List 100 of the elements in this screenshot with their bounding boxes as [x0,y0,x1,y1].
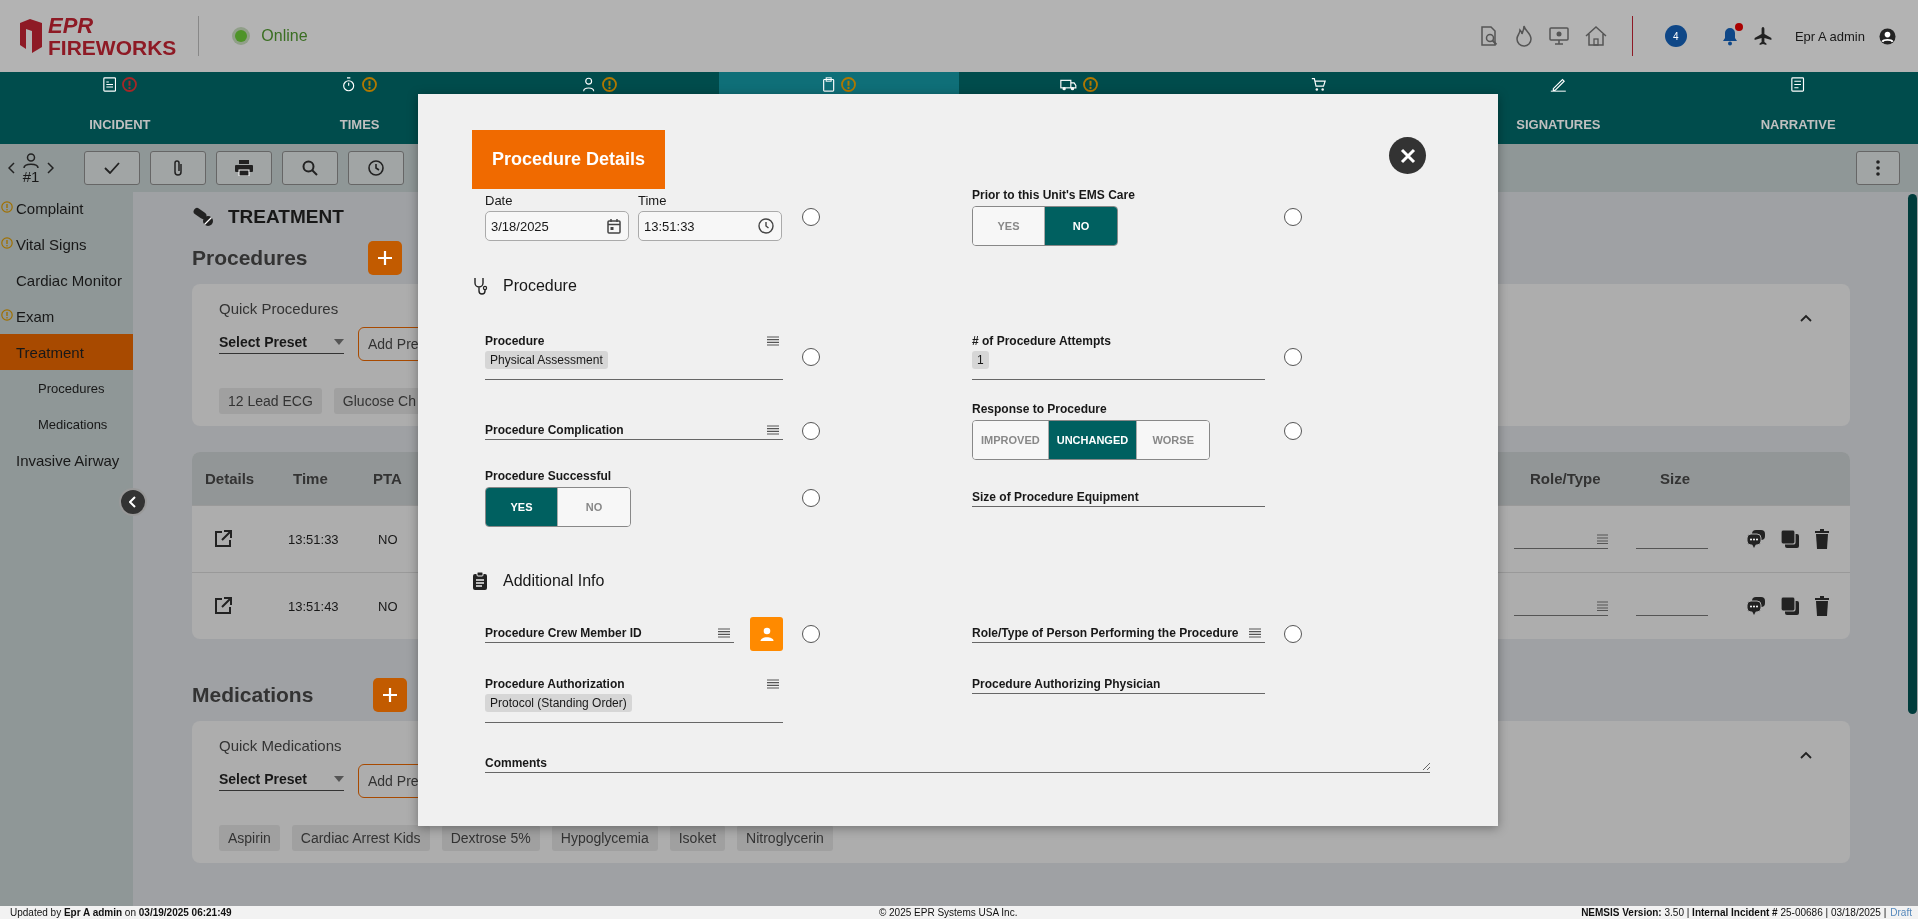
bell-icon[interactable] [1720,26,1739,46]
toggle-option[interactable]: YES [973,207,1045,245]
toggle-option[interactable]: WORSE [1137,421,1210,459]
resize-handle-icon[interactable] [1422,762,1430,770]
connection-status: Online [261,27,308,45]
comments-icon[interactable] [1746,529,1766,549]
toggle-option[interactable]: NO [558,488,630,526]
table-cell-text: 13:51:43 [288,598,340,614]
comments-icon[interactable] [1746,596,1766,616]
date-field[interactable]: 3/18/2025 [485,211,629,241]
chevron-icon[interactable] [1800,314,1812,322]
page-title: TREATMENT [228,206,344,228]
field-label: Size of Procedure Equipment [972,489,1139,504]
sidebar-subitem[interactable]: Medications [0,406,133,442]
radio-button[interactable] [802,625,820,643]
collapse-sidebar-button[interactable] [119,488,147,516]
sidebar-item[interactable]: Invasive Airway [0,442,133,478]
table-cell-text: NO [378,531,399,547]
chevron-left-icon[interactable] [8,162,16,174]
section-tab[interactable]: NARRATIVE [1678,72,1918,144]
open-details-icon[interactable] [213,529,233,549]
preset-chip[interactable]: 12 Lead ECG [219,388,322,414]
home-icon[interactable] [1583,25,1608,47]
select-field[interactable]: Procedure Authorizing Physician [972,677,1265,694]
copyright-text: © 2025 EPR Systems USA Inc. [877,907,1019,918]
select-field[interactable]: Procedure Complication [485,422,783,440]
close-button[interactable] [1389,137,1426,174]
field-label: Procedure Authorizing Physician [972,677,1161,691]
plus-icon [383,688,398,702]
toggle-option[interactable]: NO [1045,207,1117,245]
preset-dropdown[interactable]: Select Preset [219,771,344,791]
trash-icon[interactable] [1814,596,1830,616]
time-field[interactable]: 13:51:33 [638,211,782,241]
select-field[interactable]: Role/Type of Person Performing the Procedure [972,625,1265,643]
preset-chip[interactable]: Isoket [669,825,726,851]
clock-icon [368,160,384,176]
search-button[interactable] [282,151,338,185]
add-button[interactable] [373,678,408,712]
radio-button[interactable] [802,208,820,226]
chevron-icon[interactable] [1800,751,1812,759]
sidebar-item[interactable]: Cardiac Monitor [0,262,133,298]
monitor-icon[interactable] [1547,25,1570,47]
radio-button[interactable] [1284,348,1302,366]
draft-link[interactable]: Draft [1890,907,1912,918]
sidebar-item[interactable]: Exam [0,298,133,334]
preset-chip[interactable]: Hypoglycemia [551,825,658,851]
trash-icon[interactable] [1814,529,1830,549]
toggle-option[interactable]: IMPROVED [973,421,1049,459]
preset-chip[interactable]: Aspirin [219,825,280,851]
select-field[interactable]: # of Procedure Attempts 1 [972,334,1265,380]
list-icon [767,424,779,435]
copy-icon[interactable] [1780,529,1800,549]
toggle-option[interactable]: UNCHANGED [1048,421,1138,459]
add-button[interactable] [367,241,402,275]
user-avatar-icon[interactable] [1879,27,1896,45]
more-button[interactable] [1856,151,1900,185]
column-header: Details [205,470,256,487]
value-chip: Protocol (Standing Order) [485,694,632,712]
radio-button[interactable] [1284,625,1302,643]
select-field[interactable]: Size of Procedure Equipment [972,489,1265,507]
scrollbar-thumb[interactable] [1908,194,1917,714]
section-tab[interactable]: INCIDENT [0,72,240,144]
radio-button[interactable] [802,489,820,507]
radio-button[interactable] [802,348,820,366]
print-button[interactable] [216,151,272,185]
attach-button[interactable] [150,151,206,185]
updated-by-text: Updated by Epr A admin on 03/19/2025 06:21:49 [10,907,233,918]
sidebar-item[interactable]: Vital Signs [0,226,133,262]
sidebar-subitem[interactable]: Procedures [0,370,133,406]
airplane-icon[interactable] [1752,26,1773,46]
sidebar-item[interactable]: Complaint [0,190,133,226]
signature-icon [1550,77,1567,92]
history-button[interactable] [348,151,404,185]
preset-chip[interactable]: Nitroglycerin [737,825,833,851]
preset-dropdown[interactable]: Select Preset [219,334,344,354]
preset-chip[interactable]: Dextrose 5% [441,825,540,851]
comments-field[interactable]: Comments [485,756,1430,773]
message-count-badge[interactable]: 4 [1664,25,1687,47]
section-tab[interactable]: SIGNATURES [1438,72,1679,144]
user-name[interactable]: Epr A admin [1794,28,1865,44]
flame-icon[interactable] [1513,25,1534,47]
stethoscope-icon [473,277,489,295]
preset-chip[interactable]: Cardiac Arrest Kids [291,825,430,851]
radio-button[interactable] [802,422,820,440]
plus-icon [377,251,392,265]
open-details-icon[interactable] [213,596,233,616]
select-field[interactable]: Procedure Physical Assessment [485,334,783,380]
value-chip: Physical Assessment [485,351,608,369]
chevron-right-icon[interactable] [46,162,54,174]
toggle-option[interactable]: YES [486,488,558,526]
list-icon [718,627,730,638]
copy-icon[interactable] [1780,596,1800,616]
radio-button[interactable] [1284,208,1302,226]
select-field[interactable]: Procedure Crew Member ID [485,625,734,643]
sidebar-item[interactable]: Treatment [0,334,133,370]
section-heading: Procedures [192,246,308,270]
select-field[interactable]: Procedure Authorization Protocol (Standing Order) [485,677,783,723]
check-button[interactable] [84,151,140,185]
more-icon [1876,160,1880,176]
radio-button[interactable] [1284,422,1302,440]
